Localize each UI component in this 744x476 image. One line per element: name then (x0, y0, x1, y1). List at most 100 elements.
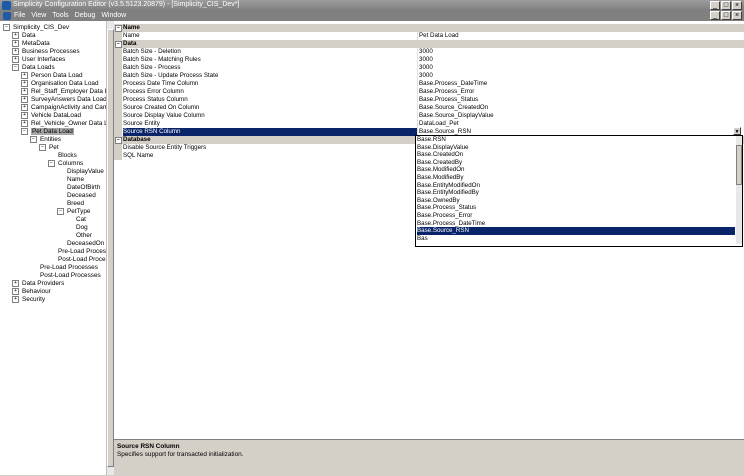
collapse-icon[interactable]: − (3, 24, 10, 31)
tree-item[interactable]: + Security (12, 296, 45, 304)
property-row[interactable]: Source Created On Column Base.Source_Crea… (114, 104, 744, 112)
property-value[interactable]: 3000 (417, 48, 433, 56)
navigation-tree[interactable]: − Simplicity_CIS_Dev + Data + MetaData + Busine… (0, 21, 114, 475)
expand-icon[interactable]: + (12, 32, 19, 39)
collapse-icon[interactable]: − (115, 25, 122, 32)
collapse-icon[interactable]: − (39, 144, 46, 151)
tree-item[interactable]: DeceasedOn (57, 240, 104, 248)
property-row[interactable]: Name Pet Data Load (114, 32, 744, 40)
tree-item[interactable]: Deceased (57, 192, 96, 200)
property-value[interactable]: Base.Process_Error (417, 88, 474, 96)
tree-item[interactable]: − Pet (39, 144, 59, 152)
property-value[interactable]: Base.Process_Status (417, 96, 478, 104)
tree-item[interactable]: − Data Loads (12, 64, 55, 72)
tree-item[interactable]: + MetaData (12, 40, 50, 48)
tree-item[interactable]: DisplayValue (57, 168, 104, 176)
tree-item[interactable]: +CampaignActivity and Campaign (21, 104, 113, 112)
collapse-icon[interactable]: − (48, 160, 55, 167)
column-dropdown-list[interactable]: Base.RSN Base.DisplayValue Base.CreatedOn B… (415, 135, 743, 247)
property-row[interactable]: Source Entity DataLoad_Pet (114, 120, 744, 128)
dropdown-option[interactable]: Bas (417, 235, 735, 241)
tree-item[interactable]: − Simplicity_CIS_Dev (3, 24, 69, 32)
tree-item[interactable]: + Data Providers (12, 280, 64, 288)
expand-icon[interactable]: + (21, 80, 28, 87)
property-row[interactable]: Batch Size - Deletion 3000 (114, 48, 744, 56)
dropdown-arrow-icon[interactable]: ▼ (733, 127, 741, 135)
property-row[interactable]: Batch Size - Matching Rules 3000 (114, 56, 744, 64)
collapse-icon[interactable]: − (115, 41, 122, 48)
tree-scroll-thumb[interactable] (107, 29, 114, 467)
tree-item[interactable]: + Organisation Data Load (21, 80, 99, 88)
dropdown-scrollbar[interactable] (736, 136, 742, 244)
property-row[interactable]: Process Date Time Column Base.Process_Dat… (114, 80, 744, 88)
tree-item[interactable]: + Rel_Vehicle_Owner Data Load (21, 120, 113, 128)
tree-item[interactable]: Dog (66, 224, 88, 232)
property-category[interactable]: − Name (114, 24, 744, 32)
property-row[interactable]: Source Display Value Column Base.Source_D… (114, 112, 744, 120)
expand-icon[interactable]: + (21, 72, 28, 79)
property-row[interactable]: Process Status Column Base.Process_Status (114, 96, 744, 104)
mdi-close-button[interactable]: × (732, 11, 742, 20)
tree-item[interactable]: Other (66, 232, 92, 240)
tree-item[interactable]: + SurveyAnswers Data Load (21, 96, 107, 104)
tree-item[interactable]: + Data (12, 32, 36, 40)
tree-item[interactable]: + Person Data Load (21, 72, 83, 80)
close-button[interactable]: × (732, 1, 742, 10)
property-value[interactable]: Base.Process_DateTime (417, 80, 487, 88)
collapse-icon[interactable]: − (12, 64, 19, 71)
property-row[interactable]: Process Error Column Base.Process_Error (114, 88, 744, 96)
mdi-minimize-button[interactable]: _ (710, 11, 720, 20)
expand-icon[interactable]: + (12, 296, 19, 303)
tree-scrollbar[interactable] (106, 21, 114, 475)
property-row[interactable]: Batch Size - Update Process State 3000 (114, 72, 744, 80)
expand-icon[interactable]: + (12, 48, 19, 55)
expand-icon[interactable]: + (12, 40, 19, 47)
menu-view[interactable]: View (31, 12, 46, 19)
menu-window[interactable]: Window (101, 12, 126, 19)
tree-item[interactable]: + Business Processes (12, 48, 80, 56)
tree-item[interactable]: Breed (57, 200, 84, 208)
collapse-icon[interactable]: − (30, 136, 37, 143)
maximize-button[interactable]: □ (721, 1, 731, 10)
dropdown-scroll-thumb[interactable] (736, 145, 742, 185)
expand-icon[interactable]: + (12, 288, 19, 295)
mdi-restore-button[interactable]: □ (721, 11, 731, 20)
menu-file[interactable]: File (14, 12, 25, 19)
collapse-icon[interactable]: − (57, 208, 64, 215)
property-value[interactable]: 3000 (417, 72, 433, 80)
tree-item[interactable]: + Vehicle DataLoad (21, 112, 81, 120)
tree-item[interactable]: − Columns (48, 160, 83, 168)
property-value[interactable]: 3000 (417, 64, 433, 72)
tree-item[interactable]: − Pet Data Load (21, 128, 74, 136)
tree-item[interactable]: DateOfBirth (57, 184, 100, 192)
expand-icon[interactable]: + (21, 96, 28, 103)
tree-item[interactable]: Pre-Load Processes (30, 264, 98, 272)
property-value[interactable]: DataLoad_Pet (417, 120, 459, 128)
tree-item[interactable]: Post-Load Processes (30, 272, 101, 280)
tree-item[interactable]: Pre-Load Processes (48, 248, 113, 256)
property-value[interactable]: Pet Data Load (417, 32, 459, 40)
tree-item[interactable]: + Rel_Staff_Employer Data Load (21, 88, 113, 96)
menu-tools[interactable]: Tools (52, 12, 68, 19)
expand-icon[interactable]: + (21, 88, 28, 95)
property-value[interactable]: Base.Source_DisplayValue (417, 112, 494, 120)
tree-item[interactable]: Cat (66, 216, 86, 224)
collapse-icon[interactable]: − (21, 128, 28, 135)
minimize-button[interactable]: _ (710, 1, 720, 10)
property-row[interactable]: Batch Size - Process 3000 (114, 64, 744, 72)
tree-item[interactable]: − PetType (57, 208, 90, 216)
menu-debug[interactable]: Debug (75, 12, 96, 19)
tree-item[interactable]: − Entities (30, 136, 61, 144)
collapse-icon[interactable]: − (115, 137, 122, 144)
property-value[interactable]: 3000 (417, 56, 433, 64)
tree-item[interactable]: Post-Load Processes (48, 256, 113, 264)
tree-item[interactable]: + Behaviour (12, 288, 51, 296)
expand-icon[interactable]: + (12, 56, 19, 63)
tree-item[interactable]: Blocks (48, 152, 77, 160)
expand-icon[interactable]: + (21, 104, 28, 111)
expand-icon[interactable]: + (21, 120, 28, 127)
expand-icon[interactable]: + (21, 112, 28, 119)
tree-item[interactable]: + User Interfaces (12, 56, 65, 64)
property-value[interactable]: Base.Source_CreatedOn (417, 104, 488, 112)
document-icon[interactable] (3, 12, 11, 20)
